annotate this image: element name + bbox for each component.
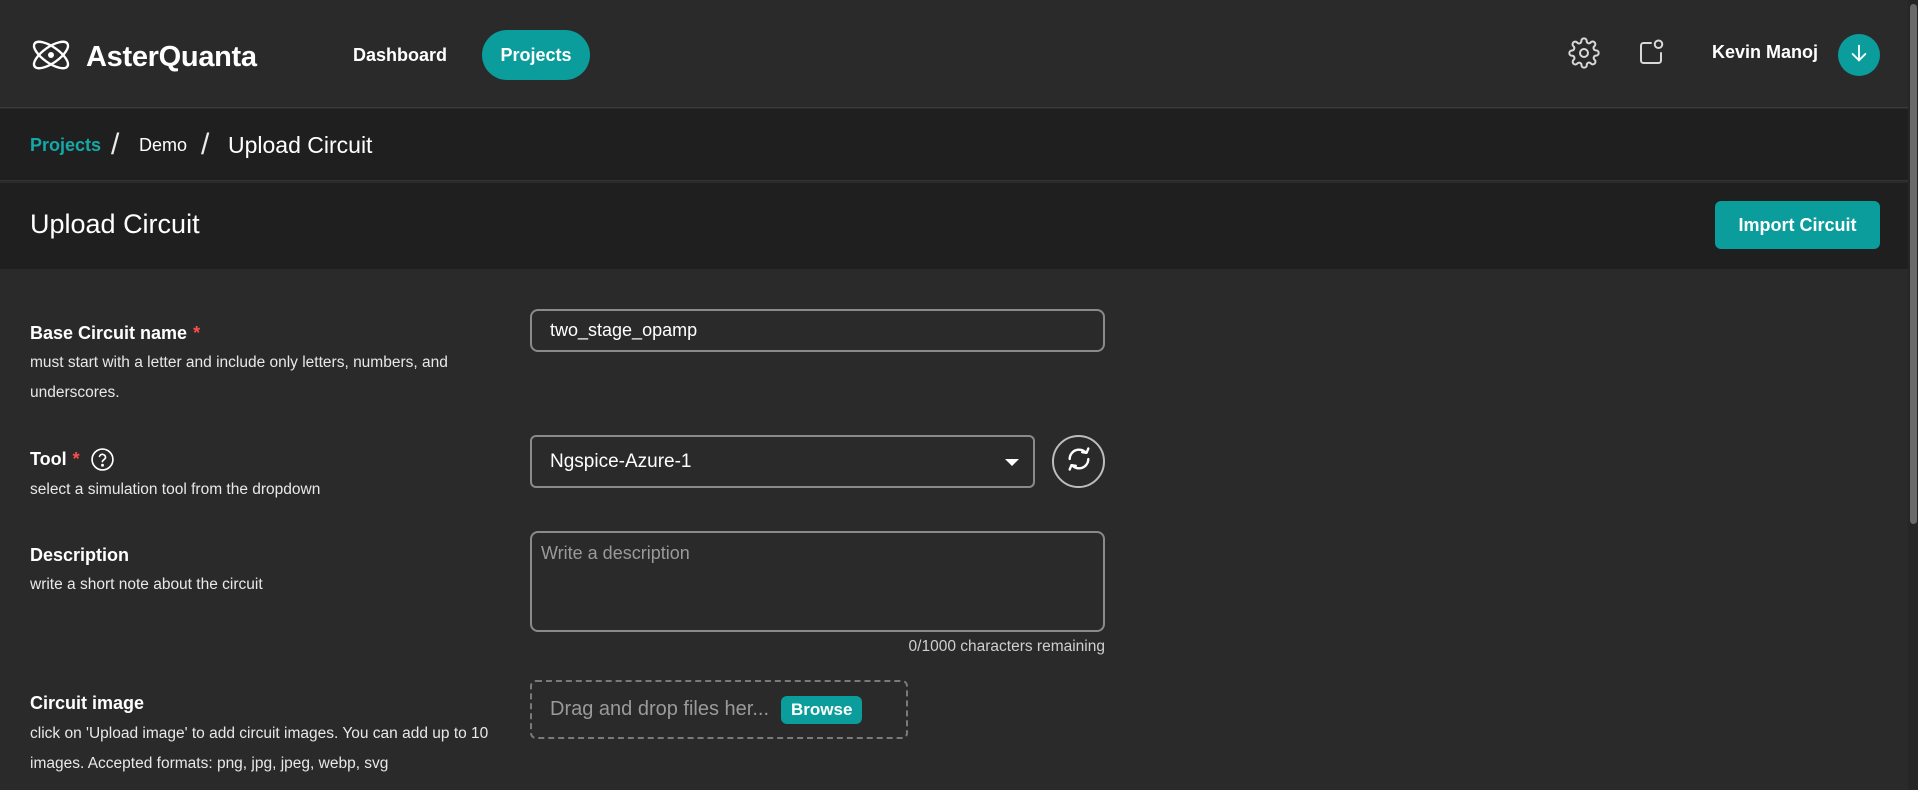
page-title: Upload Circuit [30,209,200,239]
required-mark: * [193,323,201,343]
circuit-image-label-text: Circuit image [30,693,145,713]
circuit-image-help: click on 'Upload image' to add circuit i… [30,725,489,772]
settings-button[interactable] [1567,36,1601,74]
base-name-help: must start with a letter and include onl… [30,354,448,401]
description-char-count: 0/1000 characters remaining [908,638,1105,655]
tool-help: select a simulation tool from the dropdo… [30,481,321,498]
gear-icon [1568,36,1600,74]
page-header: Upload Circuit Import Circuit [0,183,1918,269]
tool-select-value: Ngspice-Azure-1 [550,450,692,472]
logo[interactable]: AsterQuanta [28,32,257,83]
tool-label-text: Tool [30,449,67,469]
dropzone-text: Drag and drop files her... [550,698,770,720]
import-circuit-button[interactable]: Import Circuit [1715,201,1880,249]
breadcrumb-demo[interactable]: Demo [139,109,187,181]
atom-logo-icon [28,32,74,83]
user-avatar[interactable] [1838,34,1880,76]
breadcrumb-current: Upload Circuit [228,131,373,158]
help-circle-icon[interactable] [90,447,115,472]
notification-icon [1636,38,1666,73]
breadcrumb-projects[interactable]: Projects [30,109,101,181]
description-label: Description [30,545,129,566]
refresh-tools-button[interactable] [1052,435,1105,488]
app-name: AsterQuanta [86,41,257,73]
image-dropzone[interactable]: Drag and drop files her... Browse [530,680,908,739]
breadcrumb-separator: / [201,128,210,161]
user-name[interactable]: Kevin Manoj [1712,42,1818,63]
tool-label: Tool * [30,447,115,472]
download-arrow-icon [1848,42,1870,69]
required-mark: * [72,449,80,469]
tool-select[interactable]: Ngspice-Azure-1 [530,435,1035,488]
nav-projects[interactable]: Projects [482,30,590,80]
description-help: write a short note about the circuit [30,576,263,593]
breadcrumb-separator: / [111,128,120,161]
nav-dashboard[interactable]: Dashboard [340,30,460,80]
scrollbar-thumb[interactable] [1910,4,1917,524]
base-name-input[interactable]: two_stage_opamp [530,309,1105,352]
circuit-image-label: Circuit image [30,693,144,714]
browse-button[interactable]: Browse [781,695,863,724]
breadcrumb: Projects / Demo / Upload Circuit [0,109,1918,181]
base-name-label-text: Base Circuit name [30,323,188,343]
top-navbar: AsterQuanta Dashboard Projects Kevin Man… [0,0,1918,108]
notifications-button[interactable] [1634,38,1668,72]
chevron-down-icon [1005,459,1019,466]
base-name-label: Base Circuit name * [30,323,200,344]
description-label-text: Description [30,545,130,565]
description-textarea[interactable]: Write a description [530,531,1105,632]
refresh-icon [1065,445,1093,478]
